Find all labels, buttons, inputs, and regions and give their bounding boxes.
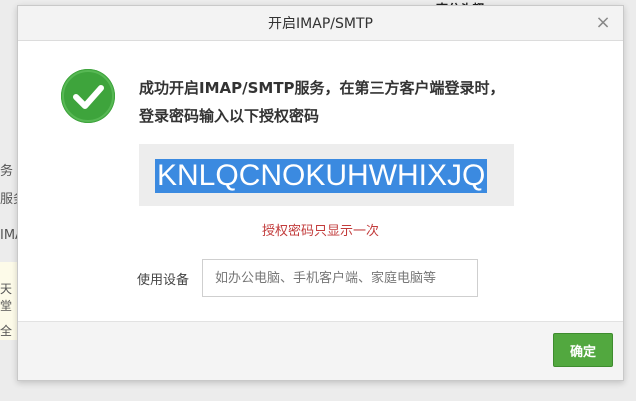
dialog-header: 开启IMAP/SMTP × (18, 6, 623, 41)
success-message: 成功开启IMAP/SMTP服务，在第三方客户端登录时，登录密码输入以下授权密码 (139, 79, 505, 125)
check-circle-icon (61, 69, 115, 123)
dialog-title: 开启IMAP/SMTP (268, 16, 373, 32)
auth-code-warning: 授权密码只显示一次 (261, 224, 379, 239)
dialog-footer: 确定 (18, 321, 623, 380)
auth-code-box: KNLQCNOKUHWHIXJQ (139, 144, 514, 206)
device-label: 使用设备 (137, 273, 190, 288)
close-icon[interactable]: × (593, 6, 613, 40)
imap-smtp-dialog: 开启IMAP/SMTP × 成功开启IMAP/SMTP服务，在第三方客户端登录时… (17, 5, 624, 381)
background-text: 务 (0, 164, 14, 179)
auth-code[interactable]: KNLQCNOKUHWHIXJQ (155, 159, 488, 193)
confirm-button[interactable]: 确定 (553, 333, 613, 367)
device-input[interactable] (202, 259, 478, 297)
